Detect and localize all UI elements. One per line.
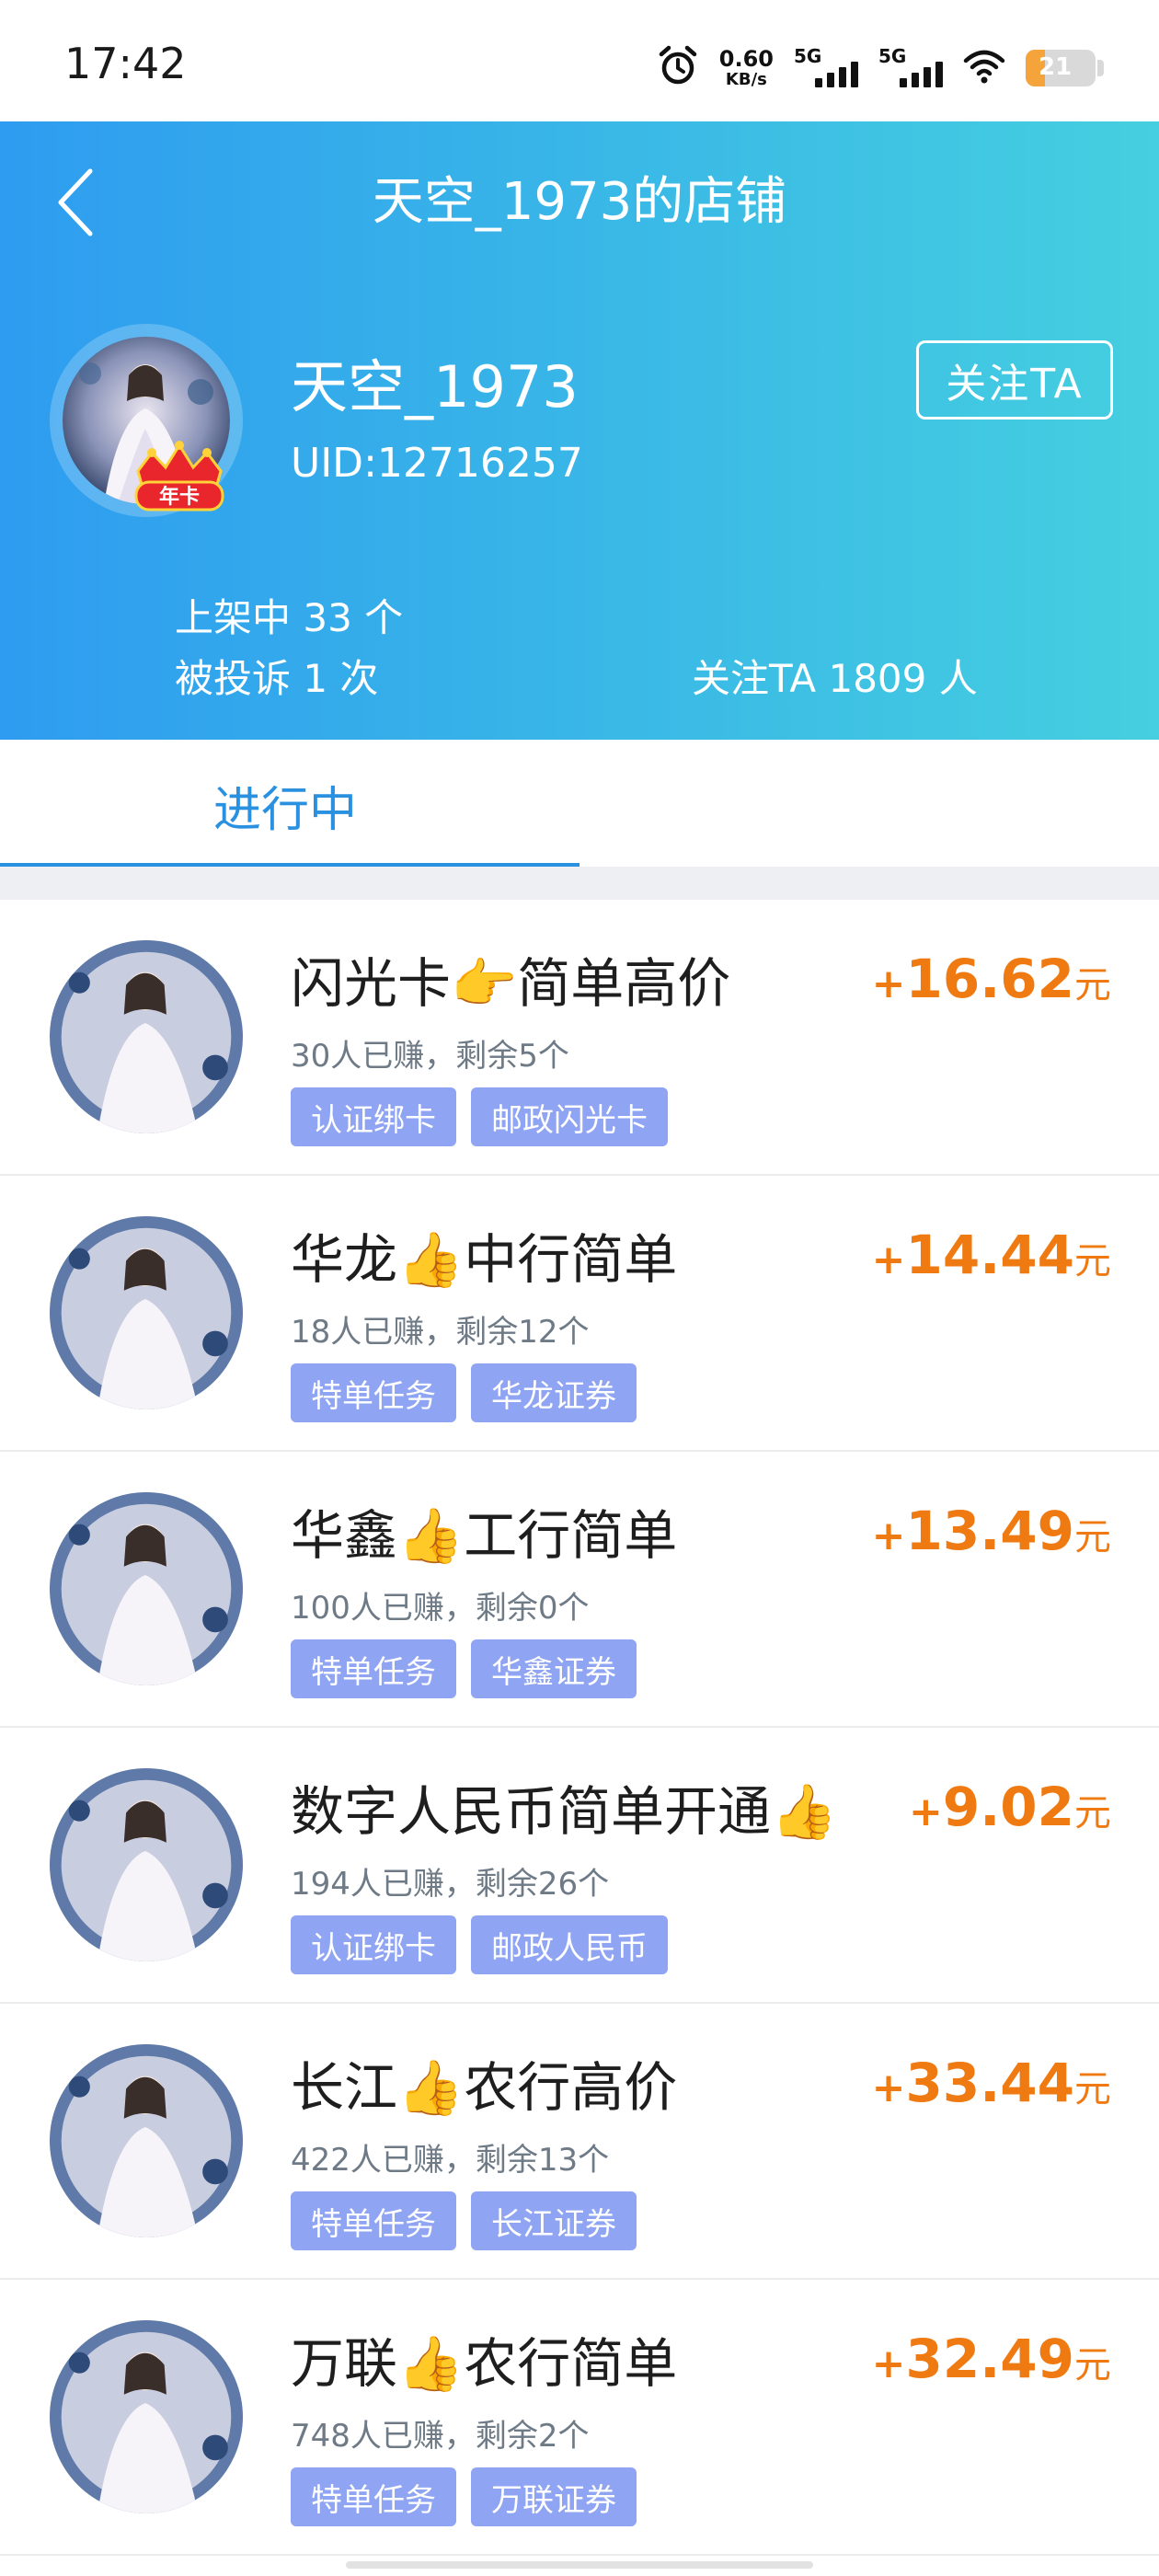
- reward-amount: 14.44: [905, 1224, 1074, 1286]
- task-reward: +13.49元: [872, 1500, 1111, 1562]
- task-tag: 华鑫证券: [471, 1639, 637, 1698]
- task-avatar: [50, 1768, 243, 1961]
- alarm-icon: [657, 45, 699, 91]
- task-tags: 认证绑卡 邮政闪光卡: [291, 1087, 668, 1146]
- task-tag: 特单任务: [291, 1639, 456, 1698]
- task-item[interactable]: 闪光卡👉简单高价 30人已赚，剩余5个 认证绑卡 邮政闪光卡 +16.62元: [0, 900, 1159, 1176]
- task-tag: 特单任务: [291, 2467, 456, 2526]
- reward-plus: +: [871, 2340, 906, 2387]
- task-tags: 认证绑卡 邮政人民币: [291, 1915, 668, 1974]
- annual-card-badge: 年卡: [129, 434, 230, 517]
- annual-card-badge-label: 年卡: [159, 485, 200, 509]
- task-tag: 邮政闪光卡: [471, 1087, 668, 1146]
- task-reward: +14.44元: [872, 1224, 1111, 1286]
- reward-plus: +: [871, 1512, 906, 1559]
- task-title: 华龙👍中行简单: [291, 1228, 678, 1291]
- reward-plus: +: [871, 2064, 906, 2111]
- reward-unit: 元: [1074, 2068, 1111, 2110]
- task-title: 数字人民币简单开通👍: [291, 1780, 838, 1843]
- home-indicator[interactable]: [346, 2561, 813, 2569]
- task-title: 万联👍农行简单: [291, 2332, 678, 2395]
- task-item[interactable]: 华龙👍中行简单 18人已赚，剩余12个 特单任务 华龙证券 +14.44元: [0, 1176, 1159, 1452]
- task-title: 长江👍农行高价: [291, 2056, 678, 2119]
- network-speed-unit: KB/s: [725, 70, 767, 89]
- task-title: 闪光卡👉简单高价: [291, 952, 731, 1015]
- reward-unit: 元: [1074, 1240, 1111, 1282]
- task-stats: 18人已赚，剩余12个: [291, 1314, 590, 1351]
- task-avatar: [50, 2044, 243, 2237]
- status-bar: 17:42 0.60 KB/s 5G 5G 21: [0, 0, 1159, 121]
- follow-button[interactable]: 关注TA: [916, 340, 1113, 420]
- task-item[interactable]: 长江👍农行高价 422人已赚，剩余13个 特单任务 长江证券 +33.44元: [0, 2004, 1159, 2280]
- reward-amount: 13.49: [905, 1500, 1074, 1562]
- task-reward: +16.62元: [872, 948, 1111, 1010]
- battery-icon: 21: [1026, 50, 1096, 86]
- listed-count: 上架中 33 个: [175, 595, 404, 640]
- task-reward: +33.44元: [872, 2052, 1111, 2114]
- task-tag: 认证绑卡: [291, 1087, 456, 1146]
- signal-icon-2: 5G: [878, 45, 943, 91]
- shop-header: 天空_1973的店铺 年卡 天空_1973 UID:12716257 关注TA …: [0, 121, 1159, 740]
- reward-plus: +: [871, 1236, 906, 1283]
- network-speed: 0.60 KB/s: [719, 48, 774, 88]
- task-item[interactable]: 华鑫👍工行简单 100人已赚，剩余0个 特单任务 华鑫证券 +13.49元: [0, 1452, 1159, 1728]
- tab-bar: 进行中: [0, 740, 1159, 867]
- status-time: 17:42: [64, 39, 187, 88]
- reward-plus: +: [909, 1788, 943, 1835]
- task-stats: 194人已赚，剩余26个: [291, 1866, 610, 1903]
- task-item[interactable]: 万联👍农行简单 748人已赚，剩余2个 特单任务 万联证券 +32.49元: [0, 2280, 1159, 2556]
- network-speed-value: 0.60: [718, 46, 774, 72]
- section-divider: [0, 867, 1159, 900]
- task-tag: 邮政人民币: [471, 1915, 668, 1974]
- task-tag: 特单任务: [291, 1363, 456, 1422]
- task-avatar: [50, 1492, 243, 1685]
- task-title: 华鑫👍工行简单: [291, 1504, 678, 1567]
- page-title: 天空_1973的店铺: [372, 172, 787, 232]
- status-icons: 0.60 KB/s 5G 5G 21: [657, 40, 1104, 96]
- signal-icon: 5G: [794, 45, 858, 91]
- reward-amount: 16.62: [905, 948, 1074, 1010]
- reward-unit: 元: [1074, 1792, 1111, 1834]
- shop-owner-name: 天空_1973: [291, 353, 579, 420]
- shop-owner-uid: UID:12716257: [291, 440, 583, 487]
- battery-level: 21: [1039, 53, 1073, 81]
- task-stats: 100人已赚，剩余0个: [291, 1590, 590, 1627]
- reward-plus: +: [871, 960, 906, 1007]
- task-tags: 特单任务 华龙证券: [291, 1363, 637, 1422]
- reward-unit: 元: [1074, 1516, 1111, 1558]
- task-avatar: [50, 1216, 243, 1409]
- reward-amount: 33.44: [905, 2052, 1074, 2114]
- task-tag: 认证绑卡: [291, 1915, 456, 1974]
- wifi-icon: [963, 48, 1005, 88]
- task-stats: 422人已赚，剩余13个: [291, 2142, 610, 2179]
- task-list: 闪光卡👉简单高价 30人已赚，剩余5个 认证绑卡 邮政闪光卡 +16.62元 华…: [0, 900, 1159, 2556]
- task-item[interactable]: 数字人民币简单开通👍 194人已赚，剩余26个 认证绑卡 邮政人民币 +9.02…: [0, 1728, 1159, 2004]
- task-tag: 万联证券: [471, 2467, 637, 2526]
- task-stats: 748人已赚，剩余2个: [291, 2418, 590, 2455]
- reward-unit: 元: [1074, 2344, 1111, 2386]
- complaint-count: 被投诉 1 次: [175, 656, 379, 701]
- tab-in-progress[interactable]: 进行中: [0, 740, 580, 867]
- reward-amount: 32.49: [905, 2328, 1074, 2390]
- task-stats: 30人已赚，剩余5个: [291, 1038, 569, 1075]
- task-tags: 特单任务 长江证券: [291, 2191, 637, 2250]
- task-tag: 长江证券: [471, 2191, 637, 2250]
- task-reward: +9.02元: [909, 1776, 1111, 1838]
- follower-count: 关注TA 1809 人: [692, 656, 978, 701]
- task-tag: 华龙证券: [471, 1363, 637, 1422]
- reward-unit: 元: [1074, 964, 1111, 1006]
- task-reward: +32.49元: [872, 2328, 1111, 2390]
- tab-label: 进行中: [213, 783, 358, 838]
- task-tags: 特单任务 华鑫证券: [291, 1639, 637, 1698]
- task-tags: 特单任务 万联证券: [291, 2467, 637, 2526]
- task-avatar: [50, 2320, 243, 2513]
- task-avatar: [50, 940, 243, 1133]
- task-tag: 特单任务: [291, 2191, 456, 2250]
- reward-amount: 9.02: [942, 1776, 1074, 1838]
